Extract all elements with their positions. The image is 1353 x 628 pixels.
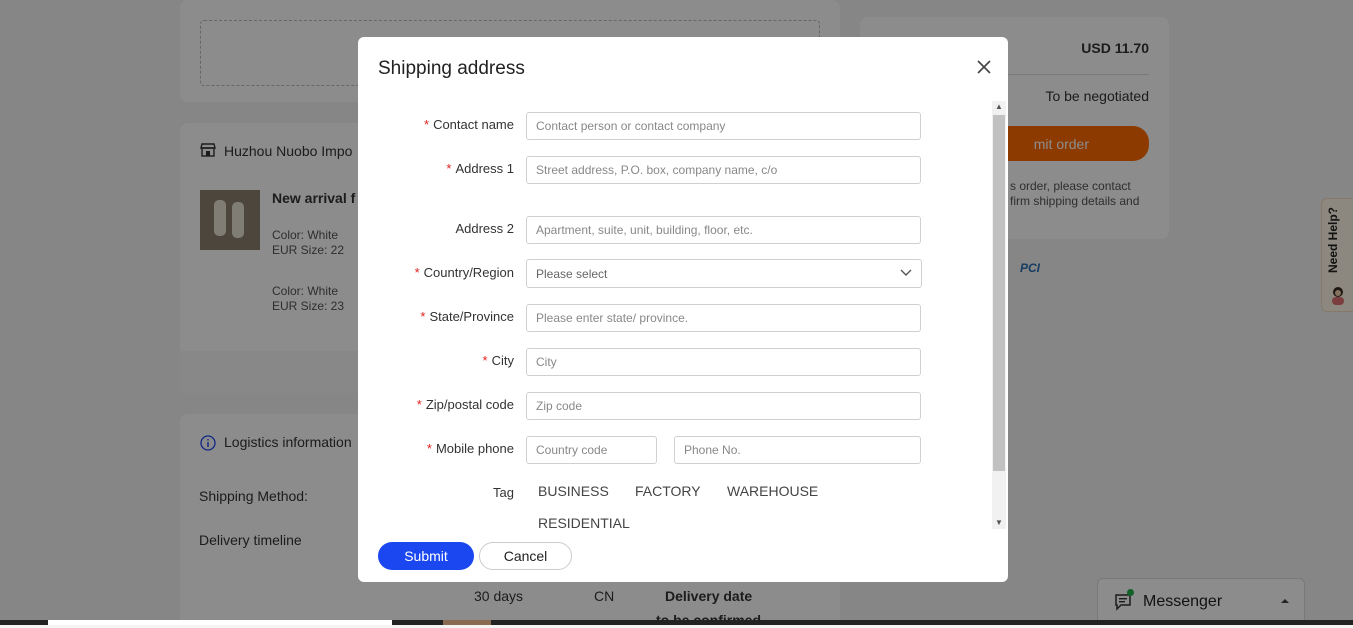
contact-name-input[interactable] bbox=[526, 112, 921, 140]
submit-button[interactable]: Submit bbox=[378, 542, 474, 570]
chevron-down-icon bbox=[900, 269, 912, 276]
address1-input[interactable] bbox=[526, 156, 921, 184]
scroll-down-arrow[interactable]: ▼ bbox=[992, 517, 1006, 529]
tag-warehouse[interactable]: WAREHOUSE bbox=[727, 483, 818, 499]
country-label: * Country/Region bbox=[414, 265, 514, 280]
cancel-button[interactable]: Cancel bbox=[479, 542, 572, 570]
taskbar-strip bbox=[0, 620, 1353, 625]
country-select[interactable]: Please select bbox=[526, 259, 922, 288]
address-form: *Contact name *Address 1 Address 2 *Coun… bbox=[358, 99, 992, 531]
scroll-up-arrow[interactable]: ▲ bbox=[992, 101, 1006, 113]
address1-label: * Address 1 bbox=[446, 161, 514, 176]
form-scrollbar[interactable]: ▲ ▼ bbox=[992, 101, 1006, 529]
country-select-placeholder: Please select bbox=[536, 266, 608, 281]
country-code-input[interactable] bbox=[526, 436, 657, 464]
tag-business[interactable]: BUSINESS bbox=[538, 483, 609, 499]
address2-label: Address 2 bbox=[455, 221, 514, 236]
shipping-address-modal: Shipping address *Contact name *Address … bbox=[358, 37, 1008, 582]
state-input[interactable] bbox=[526, 304, 921, 332]
city-input[interactable] bbox=[526, 348, 921, 376]
phone-number-input[interactable] bbox=[674, 436, 921, 464]
mobile-label: * Mobile phone bbox=[426, 441, 514, 456]
zip-input[interactable] bbox=[526, 392, 921, 420]
city-label: * City bbox=[482, 353, 514, 368]
tag-label: Tag bbox=[493, 485, 514, 500]
scroll-thumb[interactable] bbox=[993, 115, 1005, 471]
modal-title: Shipping address bbox=[378, 58, 525, 79]
address2-input[interactable] bbox=[526, 216, 921, 244]
state-label: * State/Province bbox=[420, 309, 514, 324]
tag-factory[interactable]: FACTORY bbox=[635, 483, 701, 499]
tag-residential[interactable]: RESIDENTIAL bbox=[538, 515, 630, 531]
close-icon[interactable] bbox=[974, 57, 994, 77]
zip-label: * Zip/postal code bbox=[416, 397, 514, 412]
contact-name-label: * Contact name bbox=[424, 117, 514, 132]
